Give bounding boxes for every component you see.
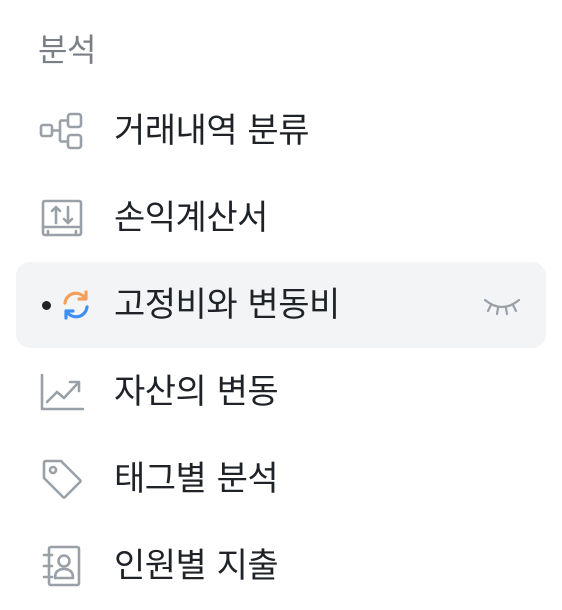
hide-eye-icon[interactable]	[480, 290, 524, 320]
income-statement-icon	[38, 194, 86, 242]
menu-item-label: 고정비와 변동비	[114, 285, 340, 325]
section-title: 분석	[38, 31, 96, 69]
tag-icon	[38, 455, 86, 503]
trend-chart-icon	[38, 368, 86, 416]
menu-item-tag-analysis[interactable]: 태그별 분석	[16, 436, 546, 522]
menu-item-income-statement[interactable]: 손익계산서	[16, 175, 546, 261]
menu-item-label: 인원별 지출	[114, 546, 279, 586]
menu-item-label: 거래내역 분류	[114, 111, 310, 151]
menu-item-fixed-variable-costs[interactable]: 고정비와 변동비	[16, 262, 546, 348]
menu-item-asset-changes[interactable]: 자산의 변동	[16, 349, 546, 435]
analysis-menu: 거래내역 분류 손익계산서 고정비와 변동비 자산의 변동 태그별 분석 인원별…	[16, 88, 546, 610]
refresh-icon	[52, 281, 100, 329]
menu-item-label: 손익계산서	[114, 198, 268, 238]
flow-icon	[38, 107, 86, 155]
menu-item-transaction-classification[interactable]: 거래내역 분류	[16, 88, 546, 174]
menu-item-spending-by-person[interactable]: 인원별 지출	[16, 523, 546, 609]
active-indicator-dot	[42, 301, 51, 310]
menu-item-label: 자산의 변동	[114, 372, 279, 412]
menu-item-label: 태그별 분석	[114, 459, 279, 499]
contact-book-icon	[38, 542, 86, 590]
